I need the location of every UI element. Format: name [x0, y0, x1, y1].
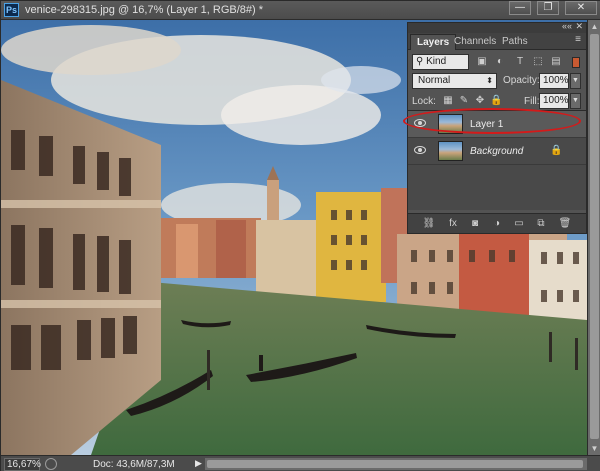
panel-tabs: Layers Channels Paths ≡	[408, 33, 586, 50]
maximize-button[interactable]: ❐	[537, 1, 559, 15]
title-bar[interactable]: Ps venice-298315.jpg @ 16,7% (Layer 1, R…	[1, 1, 600, 20]
blend-mode-dropdown[interactable]: Normal ⬍	[412, 73, 497, 89]
layer-row-layer-1[interactable]: Layer 1	[403, 108, 586, 138]
close-button[interactable]: ✕	[565, 1, 597, 15]
scroll-down-arrow-icon[interactable]: ▼	[588, 442, 600, 455]
new-group-folder-icon[interactable]: ▭	[512, 217, 526, 230]
close-panel-icon[interactable]: ✕	[575, 21, 583, 32]
panel-header[interactable]: «« ✕	[408, 21, 586, 33]
link-layers-icon[interactable]: ⛓	[422, 217, 436, 230]
add-mask-icon[interactable]: ◙	[468, 217, 482, 230]
image-filter-icon[interactable]: ▣	[476, 55, 488, 68]
fill-slider-arrow-icon[interactable]: ▼	[570, 93, 581, 109]
layer-style-fx-icon[interactable]: fx	[446, 217, 460, 230]
panel-footer: ⛓ fx ◙ ◑ ▭ ⧉ 🗑	[408, 213, 586, 233]
search-icon: ⚲	[416, 56, 427, 67]
collapse-panel-icon[interactable]: ««	[562, 21, 572, 31]
horizontal-scrollbar[interactable]	[205, 458, 587, 470]
smart-object-filter-icon[interactable]: ▤	[550, 55, 562, 68]
horizontal-scroll-thumb[interactable]	[207, 460, 583, 468]
chevron-down-icon: ⬍	[486, 76, 493, 85]
minimize-button[interactable]: —	[509, 1, 531, 15]
red-highlight-ellipse	[403, 108, 581, 134]
filter-row: ⚲ Kind ▣ ◐ T ⬚ ▤	[412, 54, 582, 71]
layer-row-background[interactable]: Background 🔒	[408, 138, 586, 165]
lock-all-icon[interactable]: 🔒	[490, 95, 502, 107]
panel-menu-icon[interactable]: ≡	[575, 34, 581, 45]
adjustment-filter-icon[interactable]: ◐	[494, 55, 506, 68]
vertical-scrollbar[interactable]: ▲ ▼	[587, 20, 600, 455]
status-bar: 16,67% Doc: 43,6M/87,3M ▶	[1, 455, 600, 471]
visibility-eye-icon[interactable]	[414, 146, 426, 154]
blend-mode-value: Normal	[418, 75, 451, 86]
new-adjustment-layer-icon[interactable]: ◑	[490, 217, 504, 230]
filter-toggle-switch[interactable]	[572, 57, 580, 68]
layers-list: Layer 1 Background 🔒	[403, 108, 586, 210]
lock-icon: 🔒	[550, 145, 563, 156]
layers-panel: «« ✕ Layers Channels Paths ≡ ⚲ Kind ▣ ◐ …	[403, 21, 587, 234]
blend-row: Normal ⬍ Opacity: 100% ▼	[412, 73, 582, 90]
tab-channels[interactable]: Channels	[448, 34, 502, 50]
shape-filter-icon[interactable]: ⬚	[532, 55, 544, 68]
type-filter-icon[interactable]: T	[514, 55, 526, 68]
filter-kind-label: Kind	[426, 56, 447, 67]
lock-image-pixels-icon[interactable]: ✎	[458, 95, 470, 107]
status-info-icon[interactable]	[45, 458, 57, 470]
tab-paths[interactable]: Paths	[496, 34, 534, 50]
opacity-slider-arrow-icon[interactable]: ▼	[570, 73, 581, 89]
scroll-up-arrow-icon[interactable]: ▲	[588, 20, 600, 33]
lock-position-icon[interactable]: ✥	[474, 95, 486, 107]
status-menu-arrow-icon[interactable]: ▶	[195, 458, 202, 469]
document-info: Doc: 43,6M/87,3M	[93, 459, 175, 470]
lock-transparent-pixels-icon[interactable]: ▦	[442, 95, 454, 107]
zoom-level-field[interactable]: 16,67%	[4, 458, 41, 471]
vertical-scroll-thumb[interactable]	[590, 34, 599, 439]
document-title: venice-298315.jpg @ 16,7% (Layer 1, RGB/…	[25, 4, 264, 16]
new-layer-icon[interactable]: ⧉	[534, 217, 548, 230]
filter-kind-dropdown[interactable]: ⚲ Kind	[412, 54, 469, 70]
fill-field[interactable]: 100%	[539, 93, 569, 109]
opacity-label: Opacity:	[503, 75, 540, 86]
fill-label: Fill:	[524, 96, 540, 107]
layer-name[interactable]: Background	[470, 146, 523, 157]
lock-label: Lock:	[412, 96, 436, 107]
opacity-field[interactable]: 100%	[539, 73, 569, 89]
photoshop-logo-icon: Ps	[4, 3, 19, 17]
document-window: Ps venice-298315.jpg @ 16,7% (Layer 1, R…	[0, 0, 600, 471]
layer-thumbnail	[438, 141, 463, 161]
delete-layer-trash-icon[interactable]: 🗑	[558, 217, 572, 230]
